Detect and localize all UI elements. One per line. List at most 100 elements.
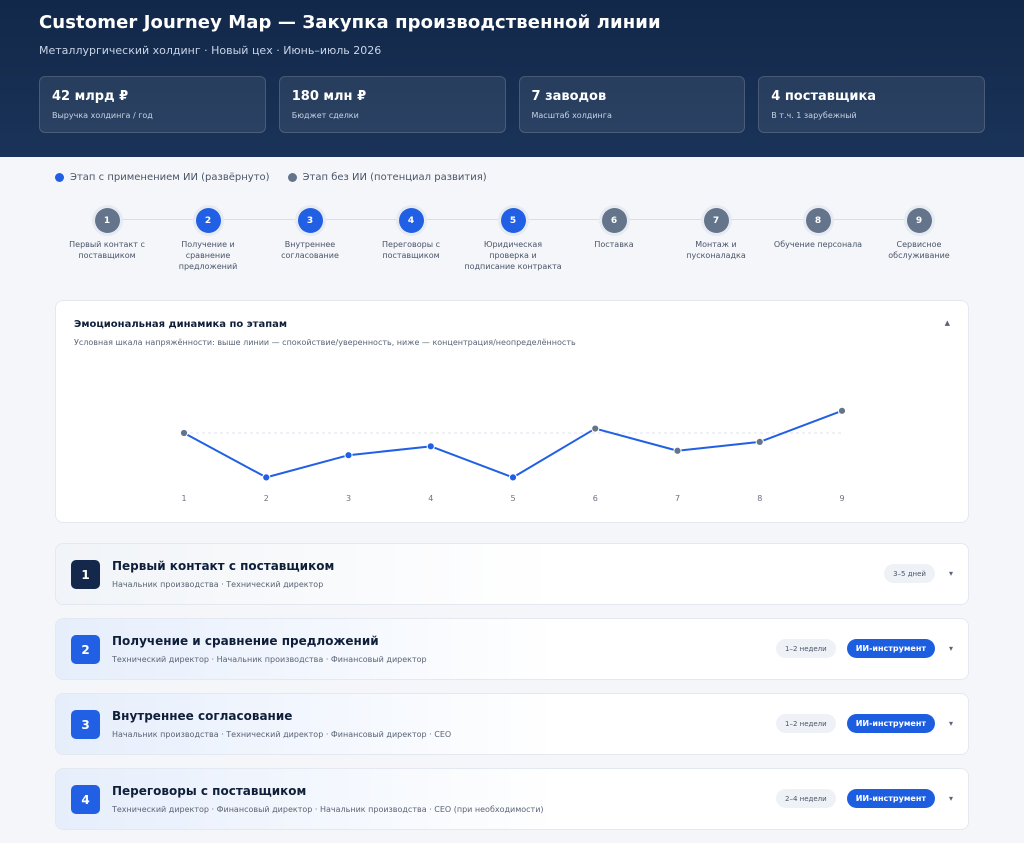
chart-x-tick-label: 6 xyxy=(593,494,598,503)
chart-point-3[interactable] xyxy=(344,451,353,460)
timeline-step-label: Переговоры с поставщиком xyxy=(382,240,440,260)
chart-point-2[interactable] xyxy=(262,473,271,482)
stage-card-4[interactable]: 4 Переговоры с поставщиком Технический дир… xyxy=(55,768,969,830)
timeline-step-number: 5 xyxy=(500,208,526,233)
legend-item-no-ai: Этап без ИИ (потенциал развития) xyxy=(287,172,487,183)
timeline-step-number: 2 xyxy=(195,208,221,233)
ai-tool-badge[interactable]: ИИ-инструмент xyxy=(846,789,935,808)
stage-meta: 2–4 недели ИИ-инструмент ▾ xyxy=(776,789,953,808)
timeline-step-3[interactable]: 3 Внутреннее согласование xyxy=(260,208,360,261)
stage-card-2[interactable]: 2 Получение и сравнение предложений Технич… xyxy=(55,618,969,680)
page-subtitle: Металлургический холдинг · Новый цех · И… xyxy=(39,44,382,57)
chevron-down-icon[interactable]: ▾ xyxy=(949,644,953,653)
timeline-step-label: Сервисное обслуживание xyxy=(888,240,950,260)
stage-meta: 1–2 недели ИИ-инструмент ▾ xyxy=(776,714,953,733)
stage-meta: 3–5 дней ▾ xyxy=(884,564,953,583)
timeline-step-label: Первый контакт с поставщиком xyxy=(69,240,145,260)
chart-series-line xyxy=(183,409,843,479)
duration-badge: 1–2 недели xyxy=(776,714,836,733)
stage-title: Внутреннее согласование xyxy=(112,709,293,723)
stage-roles: Технический директор · Начальник произво… xyxy=(112,655,427,664)
duration-badge: 2–4 недели xyxy=(776,789,836,808)
chart-point-5[interactable] xyxy=(508,473,518,482)
legend-dot-no-ai xyxy=(287,173,297,182)
page-title: Customer Journey Map — Закупка производс… xyxy=(39,12,661,33)
kpi-card-revenue: 42 млрд ₽ Выручка холдинга / год xyxy=(39,76,266,133)
chart-x-tick-label: 4 xyxy=(428,494,433,503)
stage-roles: Технический директор · Финансовый директ… xyxy=(112,805,544,814)
timeline-step-4[interactable]: 4 Переговоры с поставщиком xyxy=(361,208,461,261)
chart-x-tick-label: 8 xyxy=(757,494,762,503)
stage-roles: Начальник производства · Технический дир… xyxy=(112,580,324,589)
legend-dot-ai xyxy=(55,173,64,182)
timeline-step-6[interactable]: 6 Поставка xyxy=(564,208,664,250)
kpi-row: 42 млрд ₽ Выручка холдинга / год 180 млн… xyxy=(39,76,985,133)
stage-title: Получение и сравнение предложений xyxy=(112,634,379,648)
ai-tool-badge[interactable]: ИИ-инструмент xyxy=(846,639,935,658)
stage-roles: Начальник производства · Технический дир… xyxy=(112,730,452,739)
stage-number-badge: 3 xyxy=(71,710,100,739)
stage-card-1[interactable]: 1 Первый контакт с поставщиком Начальник п… xyxy=(55,543,969,605)
timeline-step-label: Поставка xyxy=(594,240,634,249)
legend-label-ai: Этап с применением ИИ (развёрнуто) xyxy=(70,172,270,183)
stage-timeline: 1 Первый контакт с поставщиком 2 Получение … xyxy=(0,197,1024,287)
duration-badge: 3–5 дней xyxy=(884,564,935,583)
kpi-value: 7 заводов xyxy=(531,89,607,104)
timeline-step-number: 6 xyxy=(601,208,627,233)
chart-point-1[interactable] xyxy=(179,428,189,438)
timeline-step-label: Юридическая проверка и подписание контра… xyxy=(464,240,562,271)
page-header: Customer Journey Map — Закупка производс… xyxy=(0,0,1024,157)
timeline-step-number: 1 xyxy=(94,208,120,233)
timeline-step-number: 7 xyxy=(703,208,729,233)
legend-label-no-ai: Этап без ИИ (потенциал развития) xyxy=(302,172,487,183)
chart-point-4[interactable] xyxy=(426,442,435,451)
chart-point-7[interactable] xyxy=(673,446,682,455)
kpi-value: 180 млн ₽ xyxy=(291,89,367,104)
kpi-label: Масштаб холдинга xyxy=(531,111,612,120)
stage-card-3[interactable]: 3 Внутреннее согласование Начальник произв… xyxy=(55,693,969,755)
stage-number-badge: 1 xyxy=(71,560,100,589)
chart-x-tick-label: 5 xyxy=(510,494,515,503)
chart-point-6[interactable] xyxy=(591,424,600,433)
timeline-step-label: Внутреннее согласование xyxy=(281,240,339,260)
ai-tool-badge[interactable]: ИИ-инструмент xyxy=(846,714,935,733)
chart-point-9[interactable] xyxy=(837,406,847,415)
duration-badge: 1–2 недели xyxy=(776,639,836,658)
chevron-down-icon[interactable]: ▾ xyxy=(949,719,953,728)
chart-collapse-toggle[interactable]: ▲ xyxy=(945,319,950,327)
legend-item-ai: Этап с применением ИИ (развёрнуто) xyxy=(55,172,270,183)
timeline-step-label: Обучение персонала xyxy=(773,240,863,249)
chart-x-tick-label: 9 xyxy=(839,494,844,503)
emotion-chart-card: 1 2 3 4 5 6 7 8 9 Эмоциональная динамика по этап… xyxy=(55,300,969,523)
timeline-step-7[interactable]: 7 Монтаж и пусконаладка xyxy=(666,208,766,261)
chevron-down-icon[interactable]: ▾ xyxy=(949,794,953,803)
timeline-step-number: 4 xyxy=(398,208,424,233)
timeline-step-9[interactable]: 9 Сервисное обслуживание xyxy=(869,208,969,261)
kpi-card-scale: 7 заводов Масштаб холдинга xyxy=(518,76,746,133)
stage-title: Переговоры с поставщиком xyxy=(112,784,307,798)
legend: Этап с применением ИИ (развёрнуто) Этап … xyxy=(0,157,1024,183)
chart-point-8[interactable] xyxy=(755,437,764,446)
timeline-step-label: Монтаж и пусконаладка xyxy=(686,240,746,260)
timeline-step-8[interactable]: 8 Обучение персонала xyxy=(768,208,868,250)
kpi-label: Выручка холдинга / год xyxy=(52,111,153,120)
stage-meta: 1–2 недели ИИ-инструмент ▾ xyxy=(776,639,953,658)
chart-x-tick-label: 3 xyxy=(346,494,351,503)
stage-number-badge: 2 xyxy=(71,635,100,664)
kpi-value: 4 поставщика xyxy=(771,89,877,104)
timeline-step-1[interactable]: 1 Первый контакт с поставщиком xyxy=(57,208,157,261)
timeline-step-5[interactable]: 5 Юридическая проверка и подписание контр… xyxy=(463,208,563,272)
timeline-step-2[interactable]: 2 Получение и сравнение предложений xyxy=(158,208,258,272)
timeline-step-label: Получение и сравнение предложений xyxy=(178,240,238,271)
kpi-label: Бюджет сделки xyxy=(291,111,359,120)
chart-x-tick-label: 7 xyxy=(675,494,680,503)
emotion-line-chart: 1 2 3 4 5 6 7 8 9 xyxy=(179,406,847,503)
chevron-down-icon[interactable]: ▾ xyxy=(949,569,953,578)
chart-title: Эмоциональная динамика по этапам xyxy=(74,319,288,330)
kpi-value: 42 млрд ₽ xyxy=(52,89,129,104)
chart-subtitle: Условная шкала напряжённости: выше линии… xyxy=(74,338,576,347)
timeline-step-number: 9 xyxy=(906,208,932,233)
chart-x-tick-label: 1 xyxy=(181,494,186,503)
chart-x-tick-label: 2 xyxy=(264,494,269,503)
timeline-step-number: 8 xyxy=(805,208,831,233)
